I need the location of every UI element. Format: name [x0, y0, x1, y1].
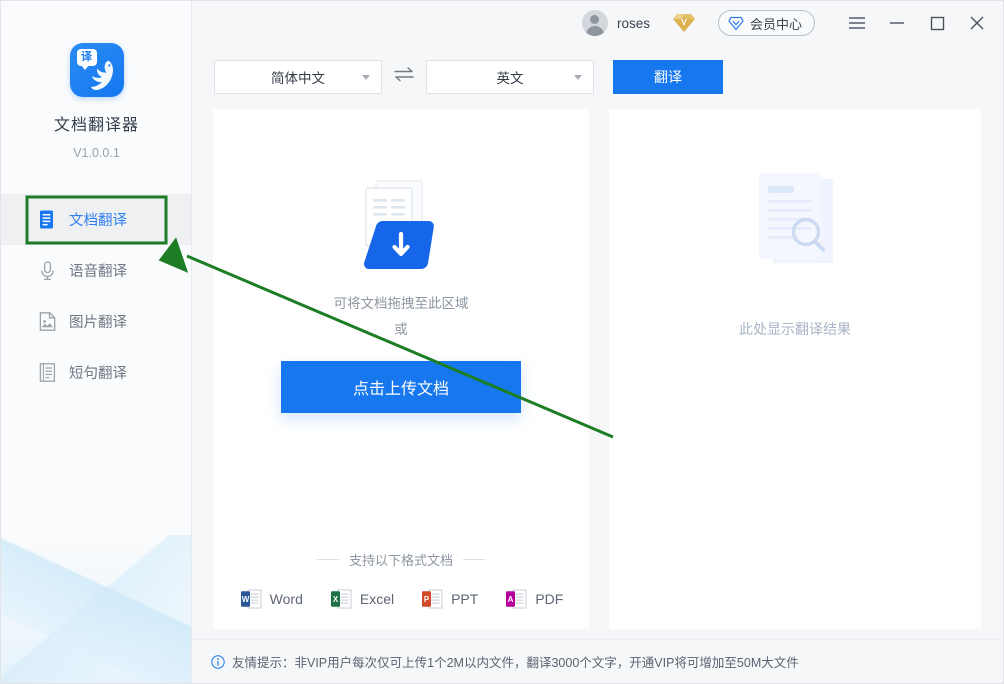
format-excel: X Excel	[329, 587, 394, 611]
user-area[interactable]: roses	[581, 10, 650, 36]
format-list: W Word X Excel P PPT A PDF	[213, 587, 589, 611]
info-circle-icon	[211, 654, 225, 669]
format-ppt: P PPT	[420, 587, 478, 611]
sidebar-item-label: 文档翻译	[69, 213, 127, 229]
image-icon	[39, 312, 56, 331]
source-language-value: 简体中文	[271, 71, 325, 86]
format-word: W Word	[239, 587, 303, 611]
gold-diamond-vip-badge-icon: V	[672, 14, 695, 32]
sidebar-item-label: 短句翻译	[69, 366, 127, 382]
sidebar-nav: 文档翻译 语音翻译 图片翻译 短句翻译	[1, 194, 191, 398]
minimize-button[interactable]	[877, 1, 917, 45]
menu-button[interactable]	[837, 1, 877, 45]
file-drop-zone[interactable]: 可将文档拖拽至此区域 或 点击上传文档	[213, 109, 589, 569]
maximize-button[interactable]	[917, 1, 957, 45]
result-panel: 此处显示翻译结果	[609, 109, 981, 629]
app-version: V1.0.0.1	[73, 146, 120, 160]
format-label: PPT	[451, 591, 479, 607]
svg-text:W: W	[241, 595, 249, 604]
drop-hint-line2: 或	[394, 322, 408, 337]
logo-dove-icon	[90, 60, 113, 91]
app-title: 文档翻译器	[53, 117, 139, 134]
format-pdf: A PDF	[504, 587, 563, 611]
sidebar-item-phrase-translate[interactable]: 短句翻译	[1, 347, 191, 398]
upload-document-button[interactable]: 点击上传文档	[281, 361, 521, 413]
sidebar: 译 文档翻译器 V1.0.0.1 文档翻译 语音翻译 图片翻译 短句翻译	[1, 1, 192, 683]
title-bar: roses V 会员中心	[192, 1, 1003, 45]
close-button[interactable]	[957, 1, 997, 45]
minimize-icon	[890, 22, 904, 24]
swap-arrows-icon	[394, 67, 414, 82]
pdf-file-icon: A	[506, 589, 527, 609]
source-language-select[interactable]: 简体中文	[214, 60, 382, 94]
text-lines-icon	[39, 363, 56, 382]
blue-diamond-icon	[728, 16, 744, 30]
svg-text:P: P	[424, 595, 430, 604]
drop-hint: 可将文档拖拽至此区域 或	[334, 291, 469, 343]
svg-text:V: V	[681, 17, 687, 27]
divider-line-left	[316, 559, 339, 560]
footer-tip-bar: 友情提示：非VIP用户每次仅可上传1个2M以内文件，翻译3000个文字，开通VI…	[192, 639, 1003, 683]
format-label: PDF	[535, 591, 564, 607]
vip-center-button[interactable]: 会员中心	[717, 10, 815, 36]
maximize-icon	[930, 16, 944, 30]
avatar[interactable]	[581, 10, 608, 36]
svg-text:A: A	[508, 595, 514, 604]
app-branding: 译 文档翻译器 V1.0.0.1	[1, 43, 191, 160]
target-language-value: 英文	[496, 71, 524, 86]
sidebar-decoration	[1, 535, 191, 683]
chevron-down-icon	[362, 75, 370, 80]
target-language-select[interactable]: 英文	[426, 60, 594, 94]
sidebar-item-label: 语音翻译	[69, 264, 127, 280]
document-download-icon	[364, 180, 434, 269]
close-icon	[970, 16, 984, 30]
ppt-file-icon: P	[422, 589, 443, 609]
microphone-icon	[41, 261, 54, 280]
app-window: 译 文档翻译器 V1.0.0.1 文档翻译 语音翻译 图片翻译 短句翻译 ros…	[0, 0, 1004, 684]
footer-tip-text: 友情提示：非VIP用户每次仅可上传1个2M以内文件，翻译3000个文字，开通VI…	[232, 656, 799, 670]
divider-line-right	[463, 559, 485, 560]
document-icon	[40, 210, 53, 229]
upload-panel: 可将文档拖拽至此区域 或 点击上传文档 支持以下格式文档 W Word X Ex…	[213, 109, 589, 629]
drop-hint-line1: 可将文档拖拽至此区域	[333, 296, 469, 311]
app-logo-icon: 译	[69, 43, 124, 97]
format-label: Word	[269, 591, 303, 607]
word-file-icon: W	[240, 589, 262, 609]
hamburger-menu-icon	[849, 17, 865, 29]
vip-center-label: 会员中心	[749, 16, 802, 32]
chevron-down-icon	[574, 75, 582, 80]
translate-toolbar: 简体中文 英文 翻译	[192, 45, 1003, 109]
translate-button[interactable]: 翻译	[613, 60, 723, 94]
format-label: Excel	[359, 591, 395, 607]
sidebar-item-label: 图片翻译	[69, 315, 127, 331]
sidebar-item-image-translate[interactable]: 图片翻译	[1, 296, 191, 347]
supported-formats: 支持以下格式文档 W Word X Excel P PPT A PDF	[213, 550, 589, 611]
sidebar-item-document-translate[interactable]: 文档翻译	[1, 194, 191, 245]
supported-formats-title: 支持以下格式文档	[213, 550, 589, 569]
result-empty-state: 此处显示翻译结果	[609, 109, 981, 629]
svg-text:X: X	[333, 595, 339, 604]
excel-file-icon: X	[330, 589, 352, 609]
result-placeholder-text: 此处显示翻译结果	[739, 321, 851, 337]
document-search-icon	[759, 173, 833, 263]
swap-languages-button[interactable]	[382, 66, 426, 88]
username-label: roses	[616, 15, 650, 31]
supported-formats-label: 支持以下格式文档	[348, 553, 453, 568]
sidebar-item-voice-translate[interactable]: 语音翻译	[1, 245, 191, 296]
